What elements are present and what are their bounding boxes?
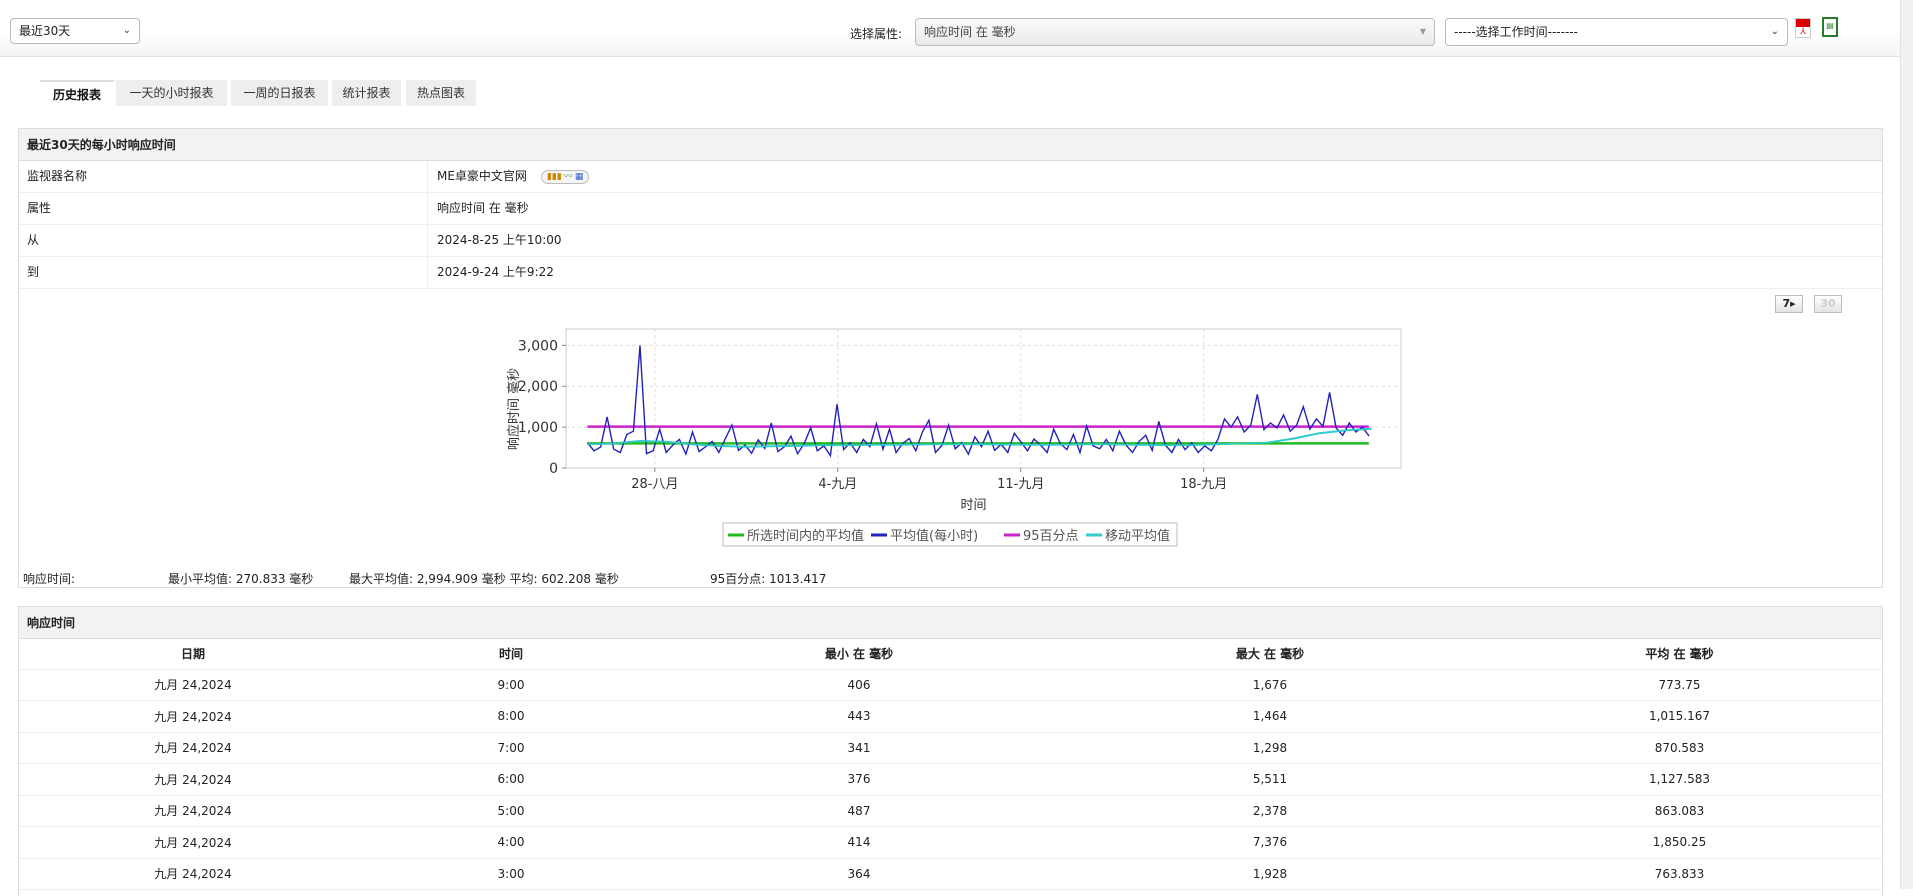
table-cell: 1,298	[1063, 732, 1477, 764]
table-cell: 3:00	[367, 858, 655, 890]
table-cell: 1,928	[1063, 858, 1477, 890]
table-cell: 5,511	[1063, 763, 1477, 796]
table-cell: 九月 24,2024	[19, 858, 367, 890]
table-cell: 1,850.25	[1477, 826, 1882, 859]
stats-line: 响应时间: 最小平均值: 270.833 毫秒 最大平均值: 2,994.909…	[19, 570, 1019, 586]
stats-label: 响应时间:	[23, 572, 76, 586]
table-cell: 1,015.167	[1477, 700, 1882, 733]
table-cell: 9:00	[367, 669, 655, 701]
table-cell: 870.583	[1477, 732, 1882, 764]
y-tick-label: 2,000	[518, 379, 558, 395]
y-tick-label: 1,000	[518, 420, 558, 436]
chevron-down-icon: ⌄	[1770, 26, 1779, 37]
table-cell: 7:00	[367, 732, 655, 764]
table-cell: 414	[655, 826, 1063, 859]
response-time-table: 日期 时间 最小 在 毫秒 最大 在 毫秒 平均 在 毫秒 九月 24,2024 9:00…	[19, 639, 1882, 890]
summary-panel: 最近30天的每小时响应时间 监视器名称 ME卓豪中文官网 ▮▮▮ 〰 ▦ 属性 响应时间 …	[18, 128, 1883, 588]
table-cell: 九月 24,2024	[19, 700, 367, 733]
table-row: 九月 24,2024 7:00 341 1,298 870.583	[19, 732, 1882, 764]
column-header: 平均 在 毫秒	[1477, 639, 1882, 670]
column-header: 日期	[19, 639, 367, 670]
legend-label: 95百分点	[1023, 529, 1079, 544]
table-cell: 5:00	[367, 795, 655, 827]
x-tick-label: 18-九月	[1180, 477, 1227, 492]
csv-icon[interactable]: ▤	[1822, 17, 1838, 37]
y-tick-label: 3,000	[518, 338, 558, 354]
table-cell: 1,464	[1063, 700, 1477, 733]
table-cell: 6:00	[367, 763, 655, 796]
table-row: 九月 24,2024 8:00 443 1,464 1,015.167	[19, 700, 1882, 733]
x-tick-label: 4-九月	[818, 477, 857, 492]
y-tick-label: 0	[549, 461, 558, 477]
table-cell: 2,378	[1063, 795, 1477, 827]
table-header-row: 日期 时间 最小 在 毫秒 最大 在 毫秒 平均 在 毫秒	[19, 639, 1882, 670]
response-time-table-panel: 响应时间 日期 时间 最小 在 毫秒 最大 在 毫秒 平均 在 毫秒 九月 24,202…	[18, 606, 1883, 896]
column-header: 最大 在 毫秒	[1063, 639, 1477, 670]
table-cell: 487	[655, 795, 1063, 827]
table-cell: 406	[655, 669, 1063, 701]
table-cell: 九月 24,2024	[19, 763, 367, 796]
table-cell: 376	[655, 763, 1063, 796]
table-cell: 7,376	[1063, 826, 1477, 859]
table-title: 响应时间	[19, 607, 1882, 639]
legend-label: 平均值(每小时)	[890, 528, 978, 544]
legend-label: 所选时间内的平均值	[747, 528, 864, 544]
table-cell: 1,676	[1063, 669, 1477, 701]
table-cell: 364	[655, 858, 1063, 890]
table-cell: 九月 24,2024	[19, 795, 367, 827]
y-axis-title: 响应时间 毫秒	[506, 368, 522, 450]
btn-label: 7	[1782, 297, 1791, 310]
table-cell: 341	[655, 732, 1063, 764]
table-cell: 773.75	[1477, 669, 1882, 701]
table-row: 九月 24,2024 3:00 364 1,928 763.833	[19, 858, 1882, 890]
table-row: 九月 24,2024 9:00 406 1,676 773.75	[19, 669, 1882, 701]
table-row: 九月 24,2024 5:00 487 2,378 863.083	[19, 795, 1882, 827]
table-cell: 1,127.583	[1477, 763, 1882, 796]
stats-p95: 95百分点: 1013.417	[710, 572, 827, 586]
stats-min: 最小平均值: 270.833 毫秒	[168, 572, 314, 586]
x-tick-label: 11-九月	[997, 477, 1044, 492]
scrollbar[interactable]	[1900, 0, 1913, 889]
table-row: 九月 24,2024 6:00 376 5,511 1,127.583	[19, 763, 1882, 796]
table-cell: 九月 24,2024	[19, 732, 367, 764]
table-cell: 443	[655, 700, 1063, 733]
table-cell: 九月 24,2024	[19, 826, 367, 859]
30-days-button[interactable]: 30	[1814, 295, 1842, 313]
7-days-button[interactable]: 7▶	[1775, 295, 1803, 313]
legend-label: 移动平均值	[1105, 528, 1170, 544]
table-cell: 763.833	[1477, 858, 1882, 890]
plot-area	[565, 328, 1402, 469]
x-axis-title: 时间	[960, 498, 986, 513]
x-tick-label: 28-八月	[631, 477, 678, 492]
column-header: 时间	[367, 639, 655, 670]
stats-max: 最大平均值: 2,994.909 毫秒 平均: 602.208 毫秒	[349, 572, 619, 586]
table-cell: 863.083	[1477, 795, 1882, 827]
column-header: 最小 在 毫秒	[655, 639, 1063, 670]
pdf-icon[interactable]: ⅄	[1795, 18, 1811, 38]
table-cell: 8:00	[367, 700, 655, 733]
response-time-chart: 0 1,000 2,000 3,000 28-八月 4-九月 11-九月 18-九月时间 响应时…	[506, 328, 1402, 547]
table-row: 九月 24,2024 4:00 414 7,376 1,850.25	[19, 826, 1882, 859]
table-cell: 4:00	[367, 826, 655, 859]
table-cell: 九月 24,2024	[19, 669, 367, 701]
